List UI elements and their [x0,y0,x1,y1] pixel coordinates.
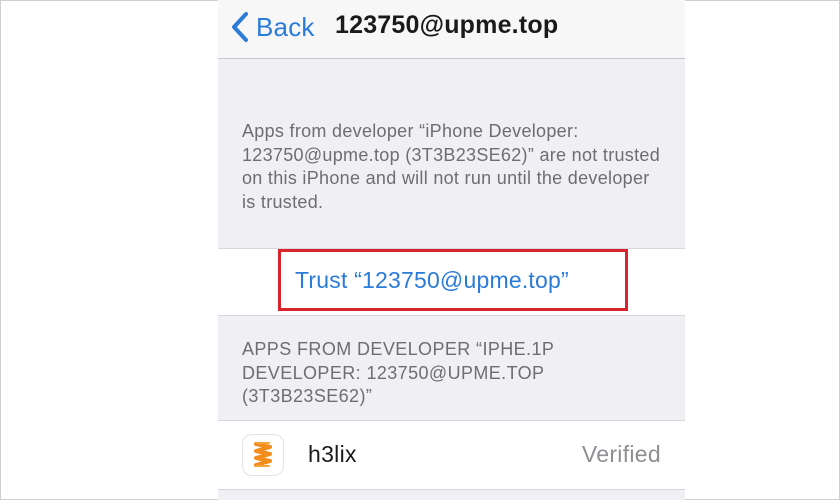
back-label: Back [256,11,315,42]
list-item[interactable]: h3lix Verified [218,420,685,490]
navigation-bar: Back 123750@upme.top [218,0,685,59]
page-title: 123750@upme.top [335,11,559,39]
apps-section-header: APPS FROM DEVELOPER “IPHE.1P DEVELOPER: … [242,339,554,406]
app-icon [242,434,284,476]
trust-description: Apps from developer “iPhone Developer: 1… [242,121,661,212]
app-name: h3lix [308,441,357,467]
spring-icon [254,442,272,467]
status-badge: Verified [581,441,661,467]
back-button[interactable]: Back [230,10,315,44]
screenshot-frame: Back 123750@upme.top Apps from developer… [0,0,840,500]
highlight-annotation-box [278,249,628,311]
chevron-left-icon [232,12,248,42]
